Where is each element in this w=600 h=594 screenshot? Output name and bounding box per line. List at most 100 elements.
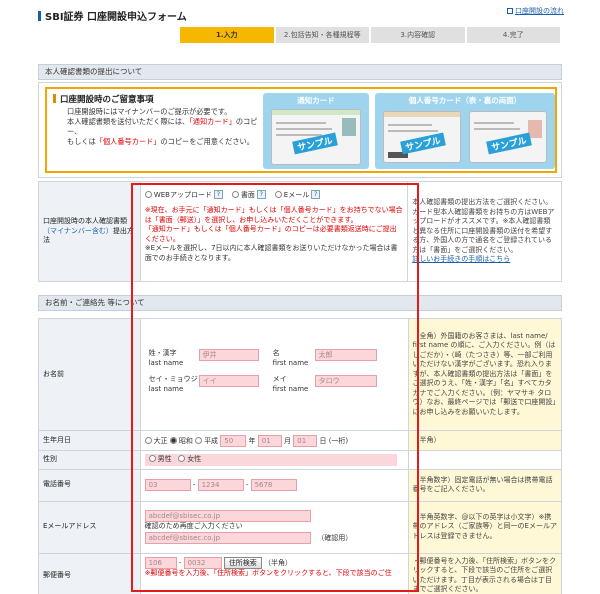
mei-input[interactable]: 太郎	[314, 349, 377, 361]
option-web-upload-label: WEBアップロード	[153, 190, 212, 199]
step-3: 3.内容確認	[371, 27, 465, 43]
card-line	[474, 122, 514, 124]
month-unit: 月	[284, 436, 291, 445]
row-gender: 性別 男性 女性	[38, 450, 563, 470]
title-bar-decoration	[38, 11, 41, 21]
sei-input[interactable]: 伊井	[198, 349, 259, 361]
radio-email[interactable]	[274, 190, 282, 198]
notice-title: 口座開設時のご留意事項	[53, 93, 154, 105]
postal-unit-note: （半角）	[264, 558, 293, 567]
phone-input-1[interactable]: 03	[144, 479, 191, 491]
radio-taisho[interactable]	[144, 436, 152, 444]
birthdate-field: 大正 昭和 平成 50 年 01 月 01 日 (一桁)	[139, 430, 409, 451]
era-heisei[interactable]: 平成	[195, 436, 219, 445]
birth-format-note: (一桁)	[328, 436, 349, 445]
personal-info-table: お名前 姓・漢字 last name 伊井 名 first name 太郎 セイ・ミ…	[38, 318, 563, 594]
birth-year-input[interactable]: 50	[220, 434, 247, 447]
radio-female[interactable]	[178, 455, 186, 462]
individual-number-card-caption: 個人番号カード（表・裏の両面）	[408, 96, 522, 105]
sei-kana-label: セイ・ミョウジ last name	[149, 375, 201, 394]
progress-steps: 1.入力 2.包括告知・各種規程等 3.内容確認 4.完了	[180, 27, 562, 43]
gender-male-label: 男性	[157, 455, 172, 463]
radio-male[interactable]	[148, 455, 156, 462]
address-search-button[interactable]: 住所検索	[223, 556, 262, 569]
postal-input-1[interactable]: 106	[144, 556, 177, 569]
gender-male[interactable]: 男性	[148, 455, 172, 463]
phone-label: 電話番号	[38, 468, 141, 502]
row-phone: 電話番号 03 - 1234 - 5678 （半角数字）固定電話が無い場合は携帯…	[38, 468, 563, 502]
gender-options: 男性 女性	[144, 454, 397, 466]
sei-kana-label-text: セイ・ミョウジ	[148, 375, 198, 383]
name-hint: （全角）外国籍のお客さまは、last name/ first name の順に、…	[407, 318, 563, 431]
postal-input-2[interactable]: 0032	[183, 556, 222, 569]
external-link-icon	[507, 8, 513, 14]
individual-number-card-image: 個人番号カード（表・裏の両面） サンプル サンプル	[375, 93, 555, 169]
notice-line-3c: のコピーをご用意ください。	[160, 137, 254, 146]
notice-panel: 口座開設時のご留意事項 口座開設時にはマイナンバーのご提示が必要です。 本人確認…	[38, 82, 562, 178]
card-stripe	[272, 110, 360, 115]
era-showa[interactable]: 昭和	[169, 436, 193, 445]
gender-label: 性別	[38, 450, 141, 470]
birth-day-input[interactable]: 01	[293, 434, 318, 447]
notice-line-2a: 本人確認書類を送付いただく際には、	[67, 117, 190, 126]
mei-kana-label-text: メイ	[272, 375, 287, 383]
birthdate-label: 生年月日	[38, 430, 141, 451]
gender-female-label: 女性	[187, 455, 202, 463]
email-confirm-input[interactable]: abcdef@sbisec.co.jp	[144, 531, 311, 544]
email-hint: （半角英数字、@以下の英字は小文字）※携帯のアドレス（ご家族等）と同一のEメール…	[407, 500, 563, 554]
option-email-label: Eメール	[283, 190, 310, 199]
name-field: 姓・漢字 last name 伊井 名 first name 太郎 セイ・ミョウジ l…	[139, 318, 409, 431]
gender-female[interactable]: 女性	[178, 455, 201, 463]
radio-web-upload[interactable]	[144, 190, 152, 198]
era-taisho[interactable]: 大正	[144, 436, 168, 445]
step-4: 4.完了	[466, 27, 560, 43]
era-showa-label: 昭和	[178, 436, 193, 445]
option-paper[interactable]: 書面	[231, 190, 255, 199]
id-submit-warning-1: ※現在、お手元に「通知カード」もしくは「個人番号カード」をお持ちでない場合は「書…	[144, 206, 403, 224]
birthdate-hint: （半角）	[407, 430, 563, 451]
step-2: 2.包括告知・各種規程等	[275, 27, 369, 43]
option-email[interactable]: Eメール	[274, 190, 310, 199]
account-flow-link[interactable]: 口座開設の流れ	[507, 6, 564, 16]
postal-hint: ・郵便番号を入力後、「住所検索」ボタンをクリックすると、下段で該当のご住所をご選…	[407, 552, 563, 594]
gender-hint	[407, 450, 563, 470]
notice-box: 口座開設時のご留意事項 口座開設時にはマイナンバーのご提示が必要です。 本人確認…	[45, 87, 557, 173]
card-line	[276, 122, 326, 124]
phone-input-2[interactable]: 1234	[197, 479, 244, 491]
email-confirm-note: 確認のため再度ご入力ください	[144, 522, 243, 531]
era-heisei-label: 平成	[204, 436, 219, 445]
first-name-label-2-text: first name	[272, 384, 309, 393]
email-field: abcdef@sbisec.co.jp 確認のため再度ご入力ください abcde…	[139, 500, 409, 554]
step-1: 1.入力	[180, 27, 274, 43]
phone-input-3[interactable]: 5678	[250, 479, 297, 491]
help-icon[interactable]: ?	[213, 190, 223, 199]
radio-showa[interactable]	[169, 436, 177, 444]
notice-line-3a: もしくは	[67, 137, 96, 146]
radio-heisei[interactable]	[195, 436, 203, 444]
phone-hint: （半角数字）固定電話が無い場合は携帯電話番号をご記入ください。	[407, 468, 563, 502]
account-flow-link-text: 口座開設の流れ	[515, 7, 564, 15]
gender-field: 男性 女性	[139, 450, 409, 470]
notification-card-caption: 通知カード	[297, 96, 335, 105]
section-header-id-doc: 本人確認書類の提出について	[38, 64, 562, 80]
card-line	[388, 130, 438, 132]
id-submit-hint-text: 本人確認書類の提出方法をご選択ください。カード型本人確認書類をお持ちの方はWEB…	[412, 198, 555, 254]
notice-bar-decoration	[53, 94, 56, 103]
radio-paper[interactable]	[231, 190, 239, 198]
card-line	[474, 128, 520, 130]
email-input[interactable]: abcdef@sbisec.co.jp	[144, 510, 311, 523]
birth-month-input[interactable]: 01	[257, 434, 282, 447]
help-icon[interactable]: ?	[311, 190, 321, 199]
card-photo	[342, 118, 356, 136]
mei-kana-input[interactable]: タロウ	[314, 375, 377, 387]
row-email: Eメールアドレス abcdef@sbisec.co.jp 確認のため再度ご入力く…	[38, 500, 563, 554]
option-web-upload[interactable]: WEBアップロード	[144, 190, 212, 199]
help-icon[interactable]: ?	[256, 190, 266, 199]
id-submit-hint: 本人確認書類の提出方法をご選択ください。カード型本人確認書類をお持ちの方はWEB…	[407, 181, 562, 282]
procedure-link[interactable]: 詳しいお手続きの手順はこちら	[412, 255, 557, 265]
notice-body: 口座開設時にはマイナンバーのご提示が必要です。 本人確認書類を送付いただく際には…	[67, 107, 267, 147]
sei-kana-input[interactable]: イイ	[198, 375, 259, 387]
row-birthdate: 生年月日 大正 昭和 平成 50 年 01 月 01 日 (一桁) （半角）	[38, 430, 563, 451]
last-name-label-2-text: last name	[148, 384, 184, 393]
notice-line-3: もしくは「個人番号カード」のコピーをご用意ください。	[67, 137, 267, 147]
